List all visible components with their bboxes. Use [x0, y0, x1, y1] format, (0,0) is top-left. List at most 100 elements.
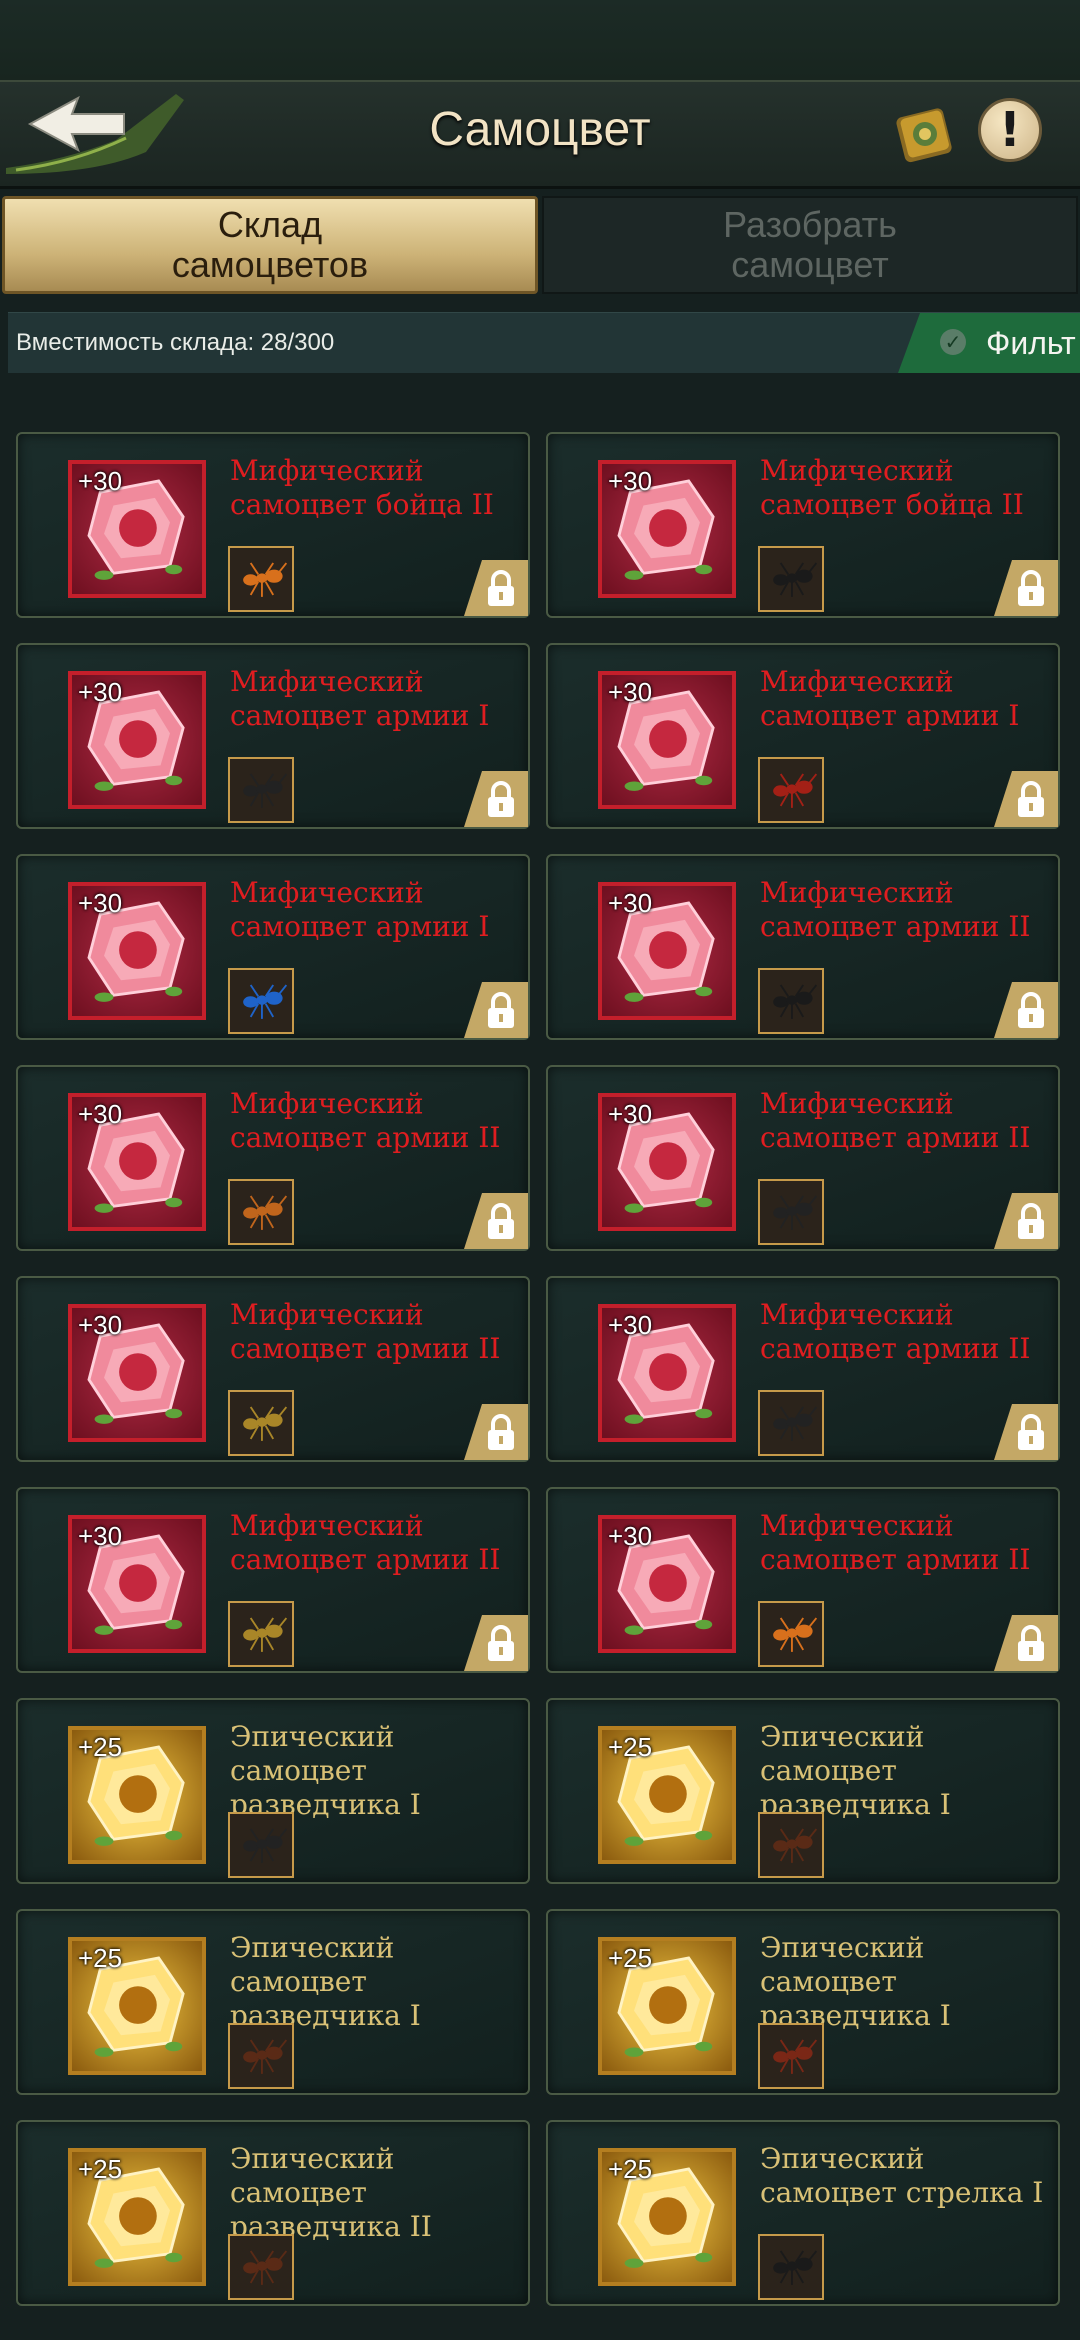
- lock-icon[interactable]: [464, 982, 528, 1038]
- gem-name: Эпический самоцвет разведчика I: [760, 1931, 951, 2032]
- gem-card[interactable]: +30 Мифический самоцвет армии II: [16, 1487, 530, 1673]
- filter-button[interactable]: ✓ Фильт: [898, 313, 1080, 373]
- top-backdrop: [0, 0, 1080, 82]
- gem-icon: +25: [68, 1726, 206, 1864]
- tab-bar: Склад самоцветов Разобрать самоцвет: [0, 196, 1080, 296]
- gem-icon: +25: [68, 2148, 206, 2286]
- gem-level: +30: [78, 888, 123, 918]
- capacity-text: Вместимость склада: 28/300: [16, 329, 335, 356]
- gem-card[interactable]: +25 Эпический самоцвет разведчика I: [16, 1698, 530, 1884]
- gem-level: +30: [78, 1310, 123, 1340]
- lock-icon[interactable]: [464, 1615, 528, 1671]
- gem-level: +25: [608, 1943, 653, 1973]
- gem-name: Эпический самоцвет разведчика II: [230, 2142, 432, 2243]
- gem-name: Мифический самоцвет армии II: [760, 1509, 1031, 1576]
- ant-icon: [758, 757, 824, 823]
- ant-icon: [758, 1179, 824, 1245]
- gem-card[interactable]: +30 Мифический самоцвет армии II: [16, 1065, 530, 1251]
- gem-name: Мифический самоцвет армии II: [230, 1298, 501, 1365]
- tab-disassemble-gem[interactable]: Разобрать самоцвет: [542, 196, 1078, 294]
- gem-level: +30: [78, 1099, 123, 1129]
- gem-card[interactable]: +25 Эпический самоцвет разведчика II: [16, 2120, 530, 2306]
- info-icon[interactable]: !: [978, 98, 1042, 162]
- gem-card[interactable]: +30 Мифический самоцвет бойца II: [546, 432, 1060, 618]
- lock-icon[interactable]: [464, 560, 528, 616]
- gem-card[interactable]: +25 Эпический самоцвет стрелка I: [546, 2120, 1060, 2306]
- gem-icon: +30: [598, 460, 736, 598]
- ant-icon: [758, 2023, 824, 2089]
- gem-card[interactable]: +30 Мифический самоцвет армии II: [546, 1065, 1060, 1251]
- gem-name: Мифический самоцвет армии I: [760, 665, 1020, 732]
- ant-icon: [228, 1601, 294, 1667]
- gem-card[interactable]: +25 Эпический самоцвет разведчика I: [546, 1698, 1060, 1884]
- ant-icon: [758, 2234, 824, 2300]
- ant-icon: [228, 2023, 294, 2089]
- gem-level: +30: [78, 1521, 123, 1551]
- book-icon[interactable]: [890, 100, 960, 170]
- ant-icon: [758, 968, 824, 1034]
- ant-icon: [758, 1812, 824, 1878]
- gem-card[interactable]: +25 Эпический самоцвет разведчика I: [546, 1909, 1060, 2095]
- gem-icon: +30: [598, 671, 736, 809]
- ant-icon: [228, 2234, 294, 2300]
- gem-level: +25: [78, 1732, 123, 1762]
- lock-icon[interactable]: [464, 1193, 528, 1249]
- lock-icon[interactable]: [994, 1615, 1058, 1671]
- gem-name: Мифический самоцвет армии II: [760, 1087, 1031, 1154]
- gem-icon: +30: [68, 671, 206, 809]
- tab-gem-storage[interactable]: Склад самоцветов: [2, 196, 538, 294]
- gem-card[interactable]: +30 Мифический самоцвет армии II: [546, 1487, 1060, 1673]
- gem-name: Эпический самоцвет разведчика I: [230, 1720, 421, 1821]
- gem-level: +25: [78, 2154, 123, 2184]
- tab-label-line2: самоцветов: [171, 244, 369, 285]
- gem-icon: +30: [68, 1093, 206, 1231]
- lock-icon[interactable]: [464, 771, 528, 827]
- gem-level: +30: [608, 1099, 653, 1129]
- header-bar: Самоцвет !: [0, 80, 1080, 189]
- ant-icon: [228, 1179, 294, 1245]
- gem-name: Мифический самоцвет армии I: [230, 665, 490, 732]
- gem-icon: +25: [598, 2148, 736, 2286]
- gem-card[interactable]: +30 Мифический самоцвет армии II: [546, 854, 1060, 1040]
- ant-icon: [228, 757, 294, 823]
- gem-card[interactable]: +30 Мифический самоцвет армии I: [546, 643, 1060, 829]
- ant-icon: [758, 1601, 824, 1667]
- lock-icon[interactable]: [994, 1193, 1058, 1249]
- gem-level: +30: [78, 677, 123, 707]
- ant-icon: [228, 546, 294, 612]
- gem-name: Мифический самоцвет армии II: [230, 1509, 501, 1576]
- gem-card[interactable]: +25 Эпический самоцвет разведчика I: [16, 1909, 530, 2095]
- gem-card[interactable]: +30 Мифический самоцвет армии I: [16, 643, 530, 829]
- gem-level: +30: [78, 466, 123, 496]
- gem-icon: +30: [68, 1515, 206, 1653]
- gem-name: Эпический самоцвет разведчика I: [760, 1720, 951, 1821]
- ant-icon: [758, 546, 824, 612]
- gem-name: Эпический самоцвет стрелка I: [760, 2142, 1044, 2209]
- gem-card[interactable]: +30 Мифический самоцвет армии II: [546, 1276, 1060, 1462]
- lock-icon[interactable]: [994, 771, 1058, 827]
- gem-card[interactable]: +30 Мифический самоцвет бойца II: [16, 432, 530, 618]
- gem-level: +25: [608, 2154, 653, 2184]
- gem-name: Эпический самоцвет разведчика I: [230, 1931, 421, 2032]
- lock-icon[interactable]: [464, 1404, 528, 1460]
- gem-icon: +30: [598, 1515, 736, 1653]
- gem-level: +25: [608, 1732, 653, 1762]
- gem-name: Мифический самоцвет армии II: [760, 876, 1031, 943]
- gem-icon: +25: [68, 1937, 206, 2075]
- tab-label-line2: самоцвет: [731, 244, 889, 285]
- gem-name: Мифический самоцвет армии II: [760, 1298, 1031, 1365]
- lock-icon[interactable]: [994, 982, 1058, 1038]
- gem-icon: +30: [598, 1093, 736, 1231]
- lock-icon[interactable]: [994, 560, 1058, 616]
- gem-icon: +30: [68, 460, 206, 598]
- gem-name: Мифический самоцвет армии II: [230, 1087, 501, 1154]
- gem-card[interactable]: +30 Мифический самоцвет армии I: [16, 854, 530, 1040]
- gem-level: +30: [608, 1521, 653, 1551]
- gem-icon: +30: [598, 1304, 736, 1442]
- filter-label: Фильт: [986, 325, 1076, 361]
- gem-icon: +25: [598, 1726, 736, 1864]
- gem-level: +30: [608, 466, 653, 496]
- lock-icon[interactable]: [994, 1404, 1058, 1460]
- gem-icon: +30: [68, 882, 206, 1020]
- gem-card[interactable]: +30 Мифический самоцвет армии II: [16, 1276, 530, 1462]
